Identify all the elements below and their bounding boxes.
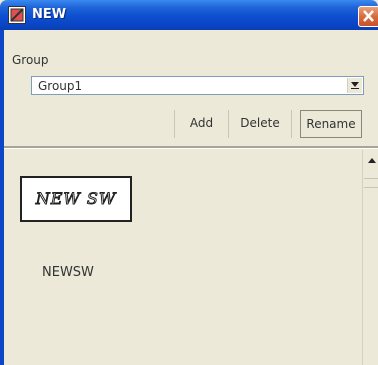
separator (4, 146, 378, 149)
close-icon (363, 10, 374, 22)
item-name: NEWSW (42, 265, 94, 280)
new-window: NEW Group Group1 Add Delete Rename NEW S… (0, 0, 378, 365)
add-button[interactable]: Add (174, 110, 228, 138)
app-icon (8, 6, 26, 24)
scroll-thumb[interactable] (364, 178, 378, 188)
rename-button[interactable]: Rename (300, 110, 362, 138)
chevron-down-icon (351, 82, 359, 89)
title-bar[interactable]: NEW (0, 0, 378, 30)
group-label: Group (12, 53, 49, 67)
group-select[interactable]: Group1 (31, 76, 364, 95)
scroll-track[interactable] (362, 150, 363, 365)
window-frame-left (0, 30, 4, 365)
scroll-up-icon[interactable] (366, 154, 378, 168)
group-dropdown-button[interactable] (347, 78, 362, 93)
window-title: NEW (32, 7, 67, 22)
close-button[interactable] (358, 6, 378, 27)
delete-button[interactable]: Delete (228, 110, 292, 138)
group-select-value: Group1 (38, 79, 83, 93)
item-graphic-label: NEW SW (35, 189, 117, 209)
item-graphic-button[interactable]: NEW SW (20, 176, 132, 222)
